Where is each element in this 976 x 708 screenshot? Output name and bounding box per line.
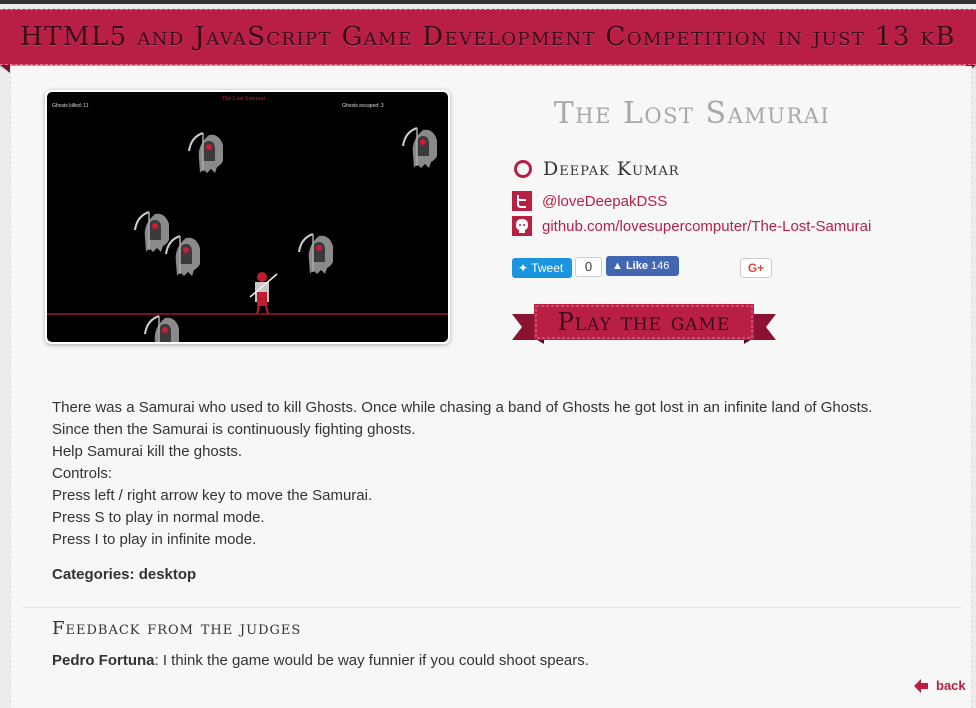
top-bar: [0, 0, 976, 4]
judge-name: Pedro Fortuna: [52, 652, 155, 669]
categories-label: Categories:: [52, 566, 135, 583]
play-game-button[interactable]: Play the game: [512, 300, 776, 348]
escaped-counter: Ghosts escaped: 3: [342, 103, 384, 109]
tweet-count: 0: [575, 257, 602, 277]
game-screenshot-canvas: Ghosts killed: 11 Ghosts escaped: 3 The …: [47, 92, 448, 342]
github-row: github.com/lovesupercomputer/The-Lost-Sa…: [512, 216, 871, 236]
twitter-link[interactable]: @loveDeepakDSS: [542, 193, 667, 210]
facebook-like-button[interactable]: ▲ Like 146: [606, 256, 679, 276]
banner-fold-left: [0, 65, 10, 73]
twitter-icon: [512, 191, 532, 211]
category-link[interactable]: desktop: [139, 566, 197, 583]
google-plus-button[interactable]: G+: [740, 258, 772, 278]
like-count: 146: [651, 260, 670, 272]
facebook-thumb-icon: ▲: [612, 260, 623, 272]
tweet-button[interactable]: ✦ Tweet: [512, 258, 572, 278]
tweet-label: Tweet: [531, 261, 564, 275]
judge-feedback: Pedro Fortuna: I think the game would be…: [52, 652, 589, 669]
game-description: There was a Samurai who used to kill Gho…: [52, 397, 932, 551]
back-link[interactable]: back: [914, 678, 966, 693]
twitter-bird-icon: ✦: [518, 261, 529, 275]
description-line: Press left / right arrow key to move the…: [52, 487, 373, 504]
judge-comment: : I think the game would be way funnier …: [154, 652, 589, 669]
description-line: Help Samurai kill the ghosts.: [52, 443, 243, 460]
categories: Categories: desktop: [52, 566, 196, 583]
author-name: Deepak Kumar: [543, 158, 680, 180]
back-label: back: [936, 678, 966, 693]
game-title: The Lost Samurai: [553, 96, 831, 131]
screenshot-game-title: The Lost Samurai: [222, 96, 265, 102]
play-game-label: Play the game: [557, 308, 731, 336]
description-line: There was a Samurai who used to kill Gho…: [52, 399, 873, 416]
banner-title: HTML5 and JavaScript Game Development Co…: [20, 22, 956, 52]
author-row: Deepak Kumar: [514, 158, 680, 180]
competition-banner: HTML5 and JavaScript Game Development Co…: [0, 9, 976, 65]
kills-counter: Ghosts killed: 11: [52, 103, 89, 109]
description-line: Press S to play in normal mode.: [52, 509, 265, 526]
section-divider: [22, 607, 962, 608]
github-icon: [512, 216, 532, 236]
like-label: Like: [625, 260, 648, 272]
description-line: Controls:: [52, 465, 113, 482]
game-screenshot[interactable]: Ghosts killed: 11 Ghosts escaped: 3 The …: [45, 90, 450, 344]
github-link[interactable]: github.com/lovesupercomputer/The-Lost-Sa…: [542, 218, 871, 235]
description-line: Since then the Samurai is continuously f…: [52, 421, 416, 438]
description-line: Press I to play in infinite mode.: [52, 531, 257, 548]
twitter-row: @loveDeepakDSS: [512, 191, 667, 211]
feedback-heading: Feedback from the judges: [52, 618, 302, 639]
ring-icon: [514, 160, 532, 178]
back-arrow-icon: [914, 678, 928, 693]
